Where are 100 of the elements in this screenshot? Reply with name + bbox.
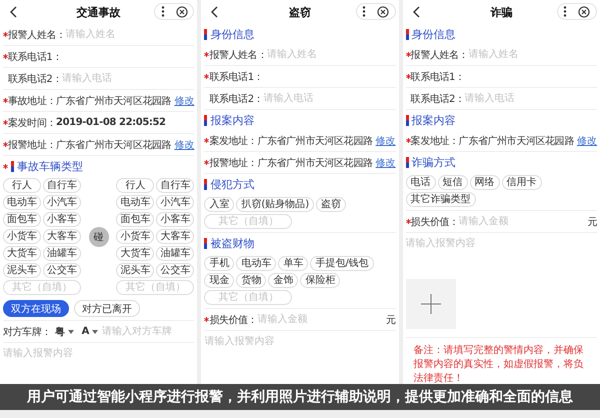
close-icon[interactable] bbox=[377, 6, 390, 18]
option-chip[interactable]: 保险柜 bbox=[300, 273, 340, 288]
text-field[interactable]: 请输入姓名 bbox=[66, 29, 194, 40]
option-chip[interactable]: 扒窃(贴身物品) bbox=[236, 197, 314, 212]
section-title: 身份信息 bbox=[412, 26, 456, 42]
field-label: 报警地址： bbox=[209, 156, 258, 170]
vehicle-chip[interactable]: 电动车 bbox=[3, 195, 41, 210]
vehicle-chip[interactable]: 小汽车 bbox=[156, 195, 194, 210]
more-icon[interactable] bbox=[362, 6, 366, 17]
unit-label: 元 bbox=[386, 314, 396, 326]
vehicle-chip[interactable]: 大客车 bbox=[43, 229, 81, 244]
section-title: 报案内容 bbox=[210, 112, 254, 128]
field-value: 广东省广州市天河区花园路 bbox=[458, 134, 575, 148]
section-bar-icon bbox=[204, 114, 208, 126]
vehicle-chip[interactable]: 小货车 bbox=[3, 229, 41, 244]
field-label: 事故地址： bbox=[8, 94, 56, 108]
vehicle-chip[interactable]: 电动车 bbox=[116, 195, 154, 210]
toggle-button[interactable]: 对方已离开 bbox=[74, 300, 140, 317]
field-value: 2019-01-08 22:05:52 bbox=[56, 117, 167, 128]
vehicle-chip[interactable]: 小汽车 bbox=[43, 195, 81, 210]
more-icon[interactable] bbox=[563, 6, 568, 17]
option-chip[interactable]: 网络 bbox=[470, 175, 500, 190]
toggle-button[interactable]: 双方在现场 bbox=[3, 300, 69, 317]
vehicle-chip[interactable]: 油罐车 bbox=[156, 246, 194, 261]
other-field[interactable]: 其它（自填） bbox=[204, 290, 292, 305]
section-bar-icon bbox=[406, 28, 409, 40]
text-field[interactable]: 请输入姓名 bbox=[468, 49, 597, 60]
vehicle-chip[interactable]: 面包车 bbox=[116, 212, 154, 227]
vehicle-chip[interactable]: 自行车 bbox=[43, 178, 81, 193]
screen-title: 诈骗 bbox=[490, 4, 512, 20]
vehicle-chip[interactable]: 自行车 bbox=[156, 178, 194, 193]
close-icon[interactable] bbox=[578, 6, 590, 18]
option-chip[interactable]: 电动车 bbox=[236, 256, 276, 271]
caret-icon[interactable] bbox=[92, 330, 98, 334]
text-field[interactable]: 请输入姓名 bbox=[266, 49, 396, 60]
option-chip[interactable]: 金饰 bbox=[268, 273, 298, 288]
field-label: 案发地址： bbox=[209, 134, 258, 148]
section-title: 侵犯方式 bbox=[210, 176, 254, 192]
edit-link[interactable]: 修改 bbox=[376, 156, 396, 170]
letter-select[interactable]: A bbox=[82, 326, 89, 337]
option-chip[interactable]: 入室 bbox=[204, 197, 234, 212]
section-bar-icon bbox=[406, 156, 409, 168]
option-chip[interactable]: 电话 bbox=[406, 175, 436, 190]
text-field[interactable]: 请输入电话 bbox=[62, 73, 194, 84]
vehicle-chip[interactable]: 行人 bbox=[3, 178, 41, 193]
report-textarea[interactable]: 请输入报警内容 bbox=[406, 233, 597, 275]
vehicle-chip[interactable]: 泥头车 bbox=[116, 263, 154, 278]
section-bar-icon bbox=[11, 160, 14, 172]
vehicle-chip[interactable]: 面包车 bbox=[3, 212, 41, 227]
edit-link[interactable]: 修改 bbox=[376, 134, 396, 148]
edit-link[interactable]: 修改 bbox=[174, 138, 194, 152]
field-label: 报警人姓名： bbox=[410, 48, 468, 62]
field-label: 对方车牌： bbox=[3, 326, 52, 338]
vehicle-chip[interactable]: 公交车 bbox=[43, 263, 81, 278]
option-chip[interactable]: 信用卡 bbox=[502, 175, 542, 190]
edit-link[interactable]: 修改 bbox=[174, 94, 194, 108]
edit-link[interactable]: 修改 bbox=[576, 134, 597, 148]
province-select[interactable]: 粤 bbox=[55, 324, 65, 338]
more-icon[interactable] bbox=[160, 6, 165, 17]
option-chip[interactable]: 单车 bbox=[278, 256, 308, 271]
vehicle-chip[interactable]: 小货车 bbox=[116, 229, 154, 244]
caption-bar: 用户可通过智能小程序进行报警，并利用照片进行辅助说明，提供更加准确和全面的信息 bbox=[0, 384, 600, 410]
vehicle-chip[interactable]: 大货车 bbox=[116, 246, 154, 261]
option-chip[interactable]: 短信 bbox=[438, 175, 468, 190]
unit-label: 元 bbox=[587, 216, 597, 228]
vehicle-chip[interactable]: 油罐车 bbox=[43, 246, 81, 261]
report-textarea[interactable]: 请输入报警内容 bbox=[3, 343, 194, 367]
close-icon[interactable] bbox=[176, 6, 188, 18]
option-chip[interactable]: 手提包/钱包 bbox=[310, 256, 374, 271]
other-field[interactable]: 其它（自填） bbox=[116, 280, 194, 295]
option-chip[interactable]: 盗窃 bbox=[316, 197, 346, 212]
vehicle-chip[interactable]: 公交车 bbox=[156, 263, 194, 278]
back-icon[interactable] bbox=[210, 6, 218, 18]
field-value: 广东省广州市天河区花园路 bbox=[56, 94, 172, 108]
field-label: 损失价值： bbox=[410, 216, 459, 228]
option-chip[interactable]: 现金 bbox=[204, 273, 234, 288]
option-chip[interactable]: 货物 bbox=[236, 273, 266, 288]
field-label: 联系电话2： bbox=[8, 72, 62, 86]
vehicle-chip[interactable]: 小客车 bbox=[43, 212, 81, 227]
section-bar-icon bbox=[204, 178, 208, 190]
back-icon[interactable] bbox=[412, 6, 420, 18]
vehicle-chip[interactable]: 大客车 bbox=[156, 229, 194, 244]
field-label: 报警人姓名： bbox=[8, 28, 66, 42]
caret-icon[interactable] bbox=[68, 330, 74, 334]
field-label: 联系电话1： bbox=[410, 70, 465, 84]
vehicle-chip[interactable]: 泥头车 bbox=[3, 263, 41, 278]
vehicle-chip[interactable]: 行人 bbox=[116, 178, 154, 193]
vehicle-chip[interactable]: 小客车 bbox=[156, 212, 194, 227]
text-field[interactable]: 请输入电话 bbox=[464, 93, 597, 104]
collision-button[interactable]: 碰 bbox=[88, 226, 109, 246]
upload-tile[interactable] bbox=[406, 279, 456, 329]
option-chip[interactable]: 其它诈骗类型 bbox=[406, 192, 476, 207]
text-field[interactable]: 请输入电话 bbox=[263, 93, 396, 104]
other-field[interactable]: 其它（自填） bbox=[3, 280, 81, 295]
vehicle-chip[interactable]: 大货车 bbox=[3, 246, 41, 261]
option-chip[interactable]: 手机 bbox=[204, 256, 234, 271]
other-field[interactable]: 其它（自填） bbox=[204, 214, 292, 229]
report-textarea[interactable]: 请输入报警内容 bbox=[204, 331, 396, 355]
back-icon[interactable] bbox=[9, 6, 17, 18]
section-bar-icon bbox=[204, 238, 208, 248]
